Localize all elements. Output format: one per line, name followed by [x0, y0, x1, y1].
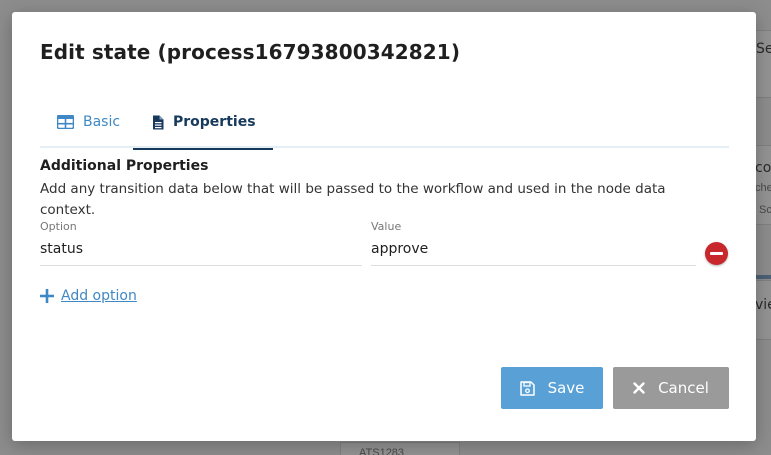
remove-option-button[interactable] [705, 242, 728, 265]
add-option-button[interactable]: Add option [40, 288, 137, 304]
value-label: Value [371, 220, 402, 233]
tab-basic[interactable]: Basic [57, 96, 120, 148]
option-field[interactable]: status [40, 236, 362, 266]
tab-properties-label: Properties [173, 114, 256, 130]
add-option-label: Add option [61, 288, 137, 304]
document-icon [152, 115, 164, 130]
table-icon [57, 115, 74, 129]
tab-properties[interactable]: Properties [133, 96, 272, 150]
save-icon [519, 380, 535, 396]
plus-icon [40, 289, 54, 303]
save-label: Save [547, 379, 585, 397]
dialog-title: Edit state (process16793800342821) [40, 40, 461, 64]
tab-basic-label: Basic [83, 114, 121, 130]
value-field[interactable]: approve [371, 236, 696, 266]
save-button[interactable]: Save [501, 367, 603, 409]
cancel-button[interactable]: Cancel [613, 367, 729, 409]
tab-bar: Basic Properties [40, 96, 729, 150]
edit-state-dialog: Edit state (process16793800342821) Basic [12, 12, 756, 441]
option-label: Option [40, 220, 77, 233]
section-description: Add any transition data below that will … [40, 181, 666, 218]
cancel-label: Cancel [658, 379, 709, 397]
close-icon [633, 382, 645, 394]
section-title: Additional Properties [40, 158, 209, 174]
